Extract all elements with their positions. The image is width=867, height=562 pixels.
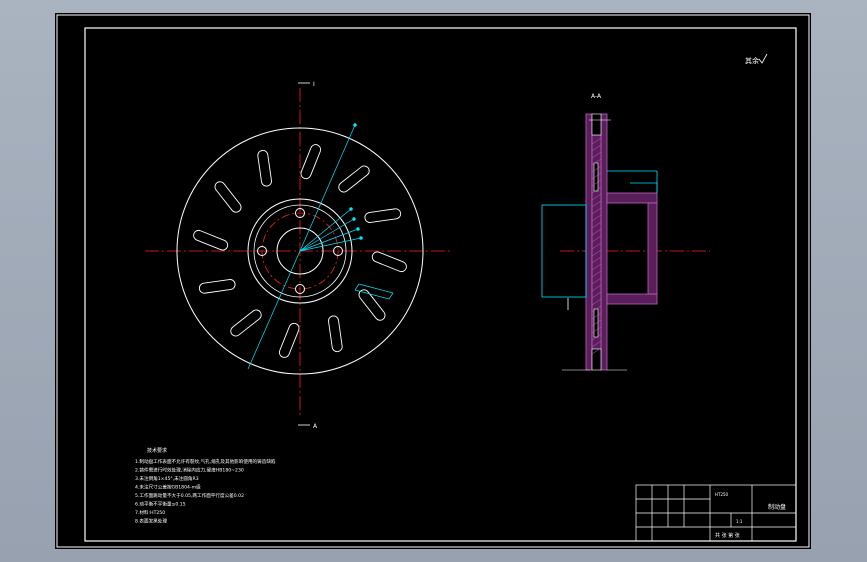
roughness-symbol-icon: [758, 53, 768, 64]
title-block-material: HT250: [715, 492, 729, 497]
cooling-slot: [193, 229, 229, 251]
hub-dimension-line: [630, 182, 658, 193]
cooling-slot: [278, 322, 300, 358]
cooling-slot: [198, 279, 236, 294]
cooling-slot: [338, 165, 370, 193]
section-mark-top-label: I: [313, 81, 315, 88]
cooling-slot: [300, 144, 322, 180]
tech-req-line: 2.铸件需进行时效处理,消除内应力,硬度HB180~230: [135, 467, 244, 474]
tech-requirements: 技术要求 1.制动盘工作表面不允许有裂纹,气孔,缩孔及其他影响使用的铸造缺陷 2.…: [135, 447, 276, 525]
tech-req-line: 1.制动盘工作表面不允许有裂纹,气孔,缩孔及其他影响使用的铸造缺陷: [135, 458, 276, 465]
cooling-slot: [257, 149, 272, 187]
cooling-slot: [364, 208, 402, 223]
section-view: A-A: [541, 93, 710, 371]
tech-req-line: 6.动平衡不平衡量≤0.15: [135, 501, 186, 508]
dimension-lines: [247, 123, 394, 370]
section-mark-bottom-label: A: [313, 423, 318, 430]
tech-req-line: 3.未注倒角1×45°,未注圆角R3: [135, 475, 199, 482]
title-block-sheet: 共 张 第 张: [715, 532, 740, 539]
drawing-canvas: 其余 I A A-A 技术要求 1.制动盘工作表面不允许有裂纹,气孔,缩孔及其他…: [56, 14, 810, 548]
sheet-outer-border: [56, 14, 810, 548]
tech-req-line: 4.未注尺寸公差按GB1804-m级: [135, 484, 201, 491]
tech-req-line: 5.工作面跳动量不大于0.05,两工作面平行度公差0.02: [135, 492, 244, 499]
cooling-slot: [214, 181, 242, 213]
tech-req-line: 7.材料:HT250: [135, 509, 165, 516]
cooling-slot: [358, 289, 386, 321]
title-block-scale: 1:1: [736, 519, 743, 524]
tech-req-line: 8.表面发黑处理: [135, 518, 167, 525]
section-view-label: A-A: [591, 93, 602, 100]
roughness-note: 其余: [745, 56, 759, 65]
cooling-slot: [371, 251, 407, 273]
title-block-part-name: 制动盘: [768, 503, 786, 511]
tech-req-title: 技术要求: [147, 447, 167, 454]
cooling-slot: [328, 315, 343, 353]
cad-viewport[interactable]: 其余 I A A-A 技术要求 1.制动盘工作表面不允许有裂纹,气孔,缩孔及其他…: [55, 13, 811, 549]
front-view: I A: [145, 81, 450, 430]
cooling-slot: [230, 309, 262, 337]
